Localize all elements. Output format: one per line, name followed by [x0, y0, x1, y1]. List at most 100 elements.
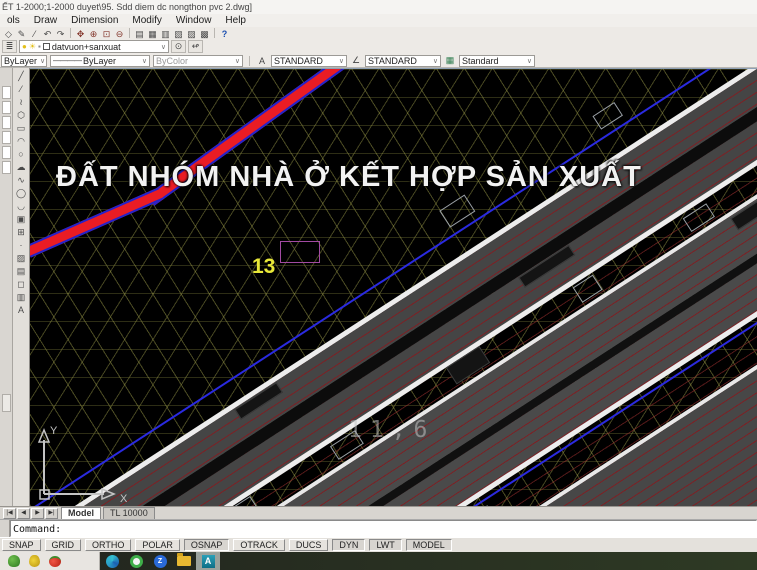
green-app-taskbar-button[interactable]: [124, 552, 148, 570]
pan-realtime-icon[interactable]: ✥: [74, 28, 87, 39]
tool-palettes-icon[interactable]: ▥: [159, 28, 172, 39]
arc-icon[interactable]: ◠: [14, 135, 29, 148]
lineweight-control-dropdown[interactable]: ByColor ∨: [153, 55, 243, 67]
layer-properties-manager-button[interactable]: ≣: [2, 40, 17, 53]
table-icon[interactable]: ▥: [14, 291, 29, 304]
polar-toggle[interactable]: POLAR: [135, 539, 180, 551]
gradient-icon[interactable]: ▤: [14, 265, 29, 278]
tab-next-button[interactable]: ▶: [31, 508, 44, 519]
designcenter-icon[interactable]: ▦: [146, 28, 159, 39]
menu-tools[interactable]: ols: [0, 15, 27, 26]
insert-block-icon[interactable]: ▣: [14, 213, 29, 226]
ducs-toggle[interactable]: DUCS: [289, 539, 329, 551]
construction-line-icon[interactable]: ⁄: [14, 83, 29, 96]
ellipse-arc-icon[interactable]: ◡: [14, 200, 29, 213]
polygon-icon[interactable]: ⬡: [14, 109, 29, 122]
lwt-toggle[interactable]: LWT: [369, 539, 401, 551]
lineweight-control-value: ByColor: [156, 56, 188, 66]
make-block-icon[interactable]: ⊞: [14, 226, 29, 239]
pear-icon[interactable]: [29, 555, 40, 567]
line-icon[interactable]: ╱: [14, 70, 29, 83]
rectangle-icon[interactable]: ▭: [14, 122, 29, 135]
tab-last-button[interactable]: ▶|: [45, 508, 58, 519]
zoom-realtime-icon[interactable]: ⊕: [87, 28, 100, 39]
autocad-taskbar-button[interactable]: A: [196, 552, 220, 570]
color-control-value: ByLayer: [4, 56, 37, 66]
sketch-icon[interactable]: ✎: [15, 28, 28, 39]
multiline-text-icon[interactable]: A: [14, 304, 29, 317]
model-toggle[interactable]: MODEL: [406, 539, 452, 551]
ellipse-icon[interactable]: ◯: [14, 187, 29, 200]
tab-first-button[interactable]: |◀: [3, 508, 16, 519]
dim-style-dropdown[interactable]: STANDARD ∨: [365, 55, 441, 67]
undo-icon[interactable]: ↶: [41, 28, 54, 39]
table-style-dropdown[interactable]: Standard ∨: [459, 55, 535, 67]
layer-dropdown[interactable]: ● ☀ ▪ datvuon+sanxuat ∨: [19, 40, 169, 53]
folder-icon: [177, 556, 191, 566]
edge-taskbar-button[interactable]: [100, 552, 124, 570]
point-icon[interactable]: ·: [14, 239, 29, 252]
hatch-icon[interactable]: ▨: [14, 252, 29, 265]
ucs-icon: Y X: [30, 422, 140, 506]
command-window-grip[interactable]: [0, 520, 10, 537]
layer-lock-icon: ▪: [38, 43, 41, 51]
dim-style-icon: ∠: [350, 55, 362, 66]
titlebar: ẾT 1-2000;1-2000 duyet\95. Sdd diem dc n…: [0, 0, 757, 14]
table-style-icon: ▦: [444, 55, 456, 66]
menu-window[interactable]: Window: [169, 15, 219, 26]
color-control-dropdown[interactable]: ByLayer ∨: [1, 55, 47, 67]
toolbar-separator: [70, 28, 71, 38]
grid-toggle[interactable]: GRID: [45, 539, 82, 551]
zalo-taskbar-button[interactable]: Z: [148, 552, 172, 570]
dyn-toggle[interactable]: DYN: [332, 539, 365, 551]
road-width-dimension: 11,6: [348, 417, 435, 443]
snap-toggle[interactable]: SNAP: [2, 539, 41, 551]
linetype-control-value: ByLayer: [83, 56, 116, 66]
broccoli-icon[interactable]: [8, 555, 20, 567]
autocad-icon: A: [202, 555, 215, 568]
circle-icon[interactable]: ○: [14, 148, 29, 161]
properties-palette-icon[interactable]: ▤: [133, 28, 146, 39]
zoom-window-icon[interactable]: ⊡: [100, 28, 113, 39]
layer-on-icon: ●: [22, 43, 27, 51]
tab-prev-button[interactable]: ◀: [17, 508, 30, 519]
match-properties-icon[interactable]: ⁄: [28, 28, 41, 39]
osnap-toggle[interactable]: OSNAP: [184, 539, 230, 551]
polyline-icon[interactable]: ≀: [14, 96, 29, 109]
left-dock: ╱ ⁄ ≀ ⬡ ▭ ◠ ○ ☁ ∿ ◯ ◡ ▣ ⊞ · ▨ ▤ ◻ ▥ A: [0, 68, 30, 506]
text-style-dropdown[interactable]: STANDARD ∨: [271, 55, 347, 67]
otrack-toggle[interactable]: OTRACK: [233, 539, 285, 551]
menu-dimension[interactable]: Dimension: [64, 15, 125, 26]
properties-toolbar: ByLayer ∨ ———— ByLayer ∨ ByColor ∨ A STA…: [0, 54, 757, 68]
tab-model[interactable]: Model: [61, 507, 101, 519]
spline-icon[interactable]: ∿: [14, 174, 29, 187]
layer-color-swatch: [43, 43, 50, 50]
markup-set-manager-icon[interactable]: ▨: [185, 28, 198, 39]
drawing-canvas[interactable]: 13 11,6 ĐẤT NHÓM NHÀ Ở KẾT HỢP SẢN XUẤT …: [30, 68, 757, 506]
menu-modify[interactable]: Modify: [125, 15, 168, 26]
help-icon[interactable]: ?: [218, 28, 231, 39]
layer-previous-button[interactable]: ↫: [188, 40, 203, 53]
tomato-icon[interactable]: [49, 556, 61, 567]
file-explorer-taskbar-button[interactable]: [172, 552, 196, 570]
command-input[interactable]: Command:: [10, 520, 757, 537]
quickcalc-icon[interactable]: ▩: [198, 28, 211, 39]
command-line-area: Command:: [0, 519, 757, 537]
revision-cloud-icon[interactable]: ☁: [14, 161, 29, 174]
edit-polyline-icon[interactable]: ◇: [2, 28, 15, 39]
zoom-previous-icon[interactable]: ⊖: [113, 28, 126, 39]
ortho-toggle[interactable]: ORTHO: [85, 539, 131, 551]
zone-label: ĐẤT NHÓM NHÀ Ở KẾT HỢP SẢN XUẤT: [56, 161, 642, 194]
sheet-set-manager-icon[interactable]: ▧: [172, 28, 185, 39]
edge-icon: [106, 555, 119, 568]
region-icon[interactable]: ◻: [14, 278, 29, 291]
menu-help[interactable]: Help: [218, 15, 253, 26]
menu-draw[interactable]: Draw: [27, 15, 64, 26]
linetype-control-dropdown[interactable]: ———— ByLayer ∨: [50, 55, 150, 67]
autocad-window: ẾT 1-2000;1-2000 duyet\95. Sdd diem dc n…: [0, 0, 757, 570]
svg-text:X: X: [120, 493, 128, 505]
tab-layout-tl10000[interactable]: TL 10000: [103, 507, 155, 519]
make-object-layer-current-button[interactable]: ⊙: [171, 40, 186, 53]
parcel-number: 13: [252, 255, 275, 279]
redo-icon[interactable]: ↷: [54, 28, 67, 39]
